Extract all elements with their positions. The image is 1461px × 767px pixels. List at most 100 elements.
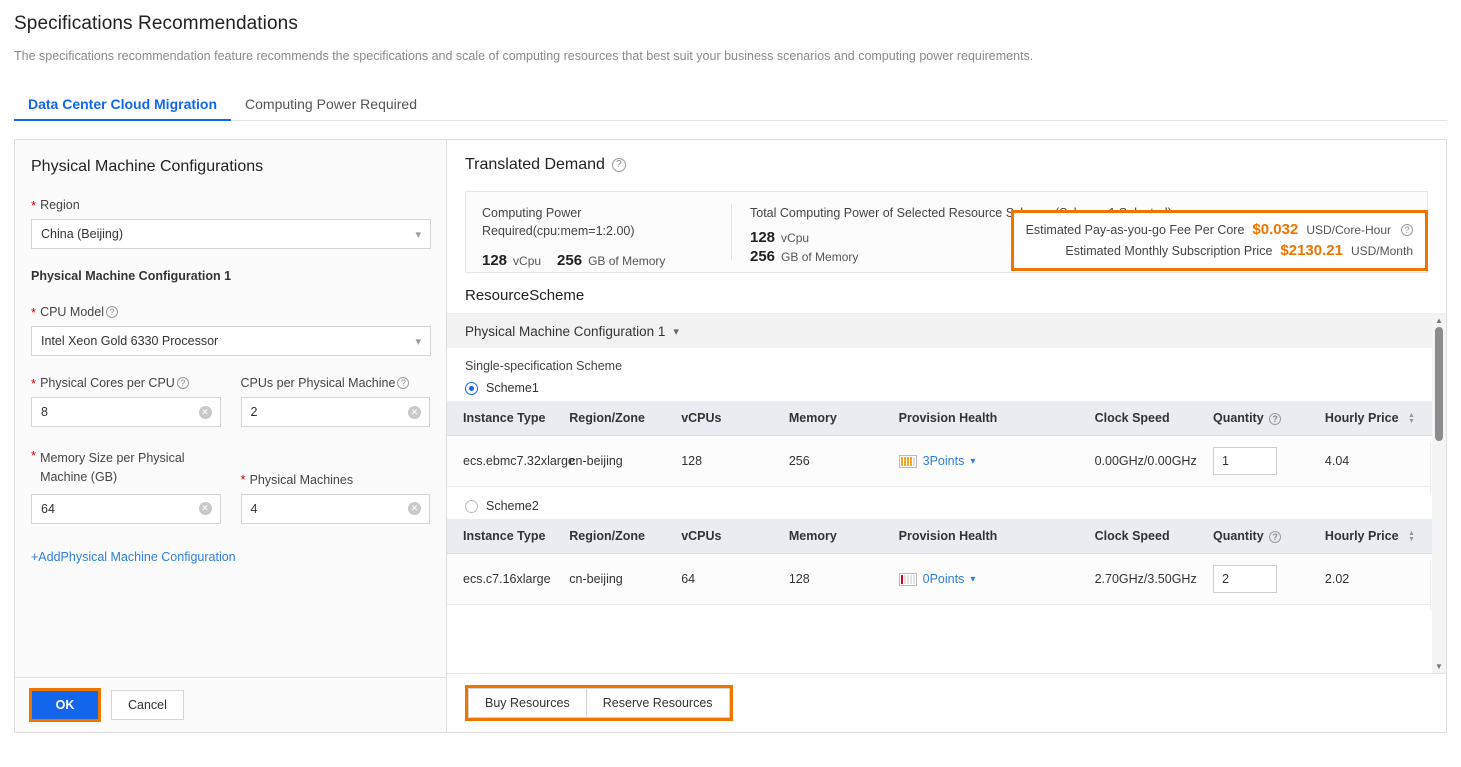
scroll-up-icon[interactable]: ▲ <box>1432 316 1446 325</box>
cores-per-cpu-input[interactable]: 8 ✕ <box>31 397 221 427</box>
help-icon[interactable]: ? <box>1269 413 1281 425</box>
table-row: ecs.c7.16xlarge cn-beijing 64 128 0Point… <box>447 554 1446 605</box>
help-icon[interactable]: ? <box>177 377 189 389</box>
ok-button-highlight: OK <box>31 690 99 720</box>
sort-icon[interactable]: ▲▼ <box>1408 413 1415 425</box>
help-icon[interactable]: ? <box>397 377 409 389</box>
scheme-2-radio[interactable] <box>465 500 478 513</box>
help-icon[interactable]: ? <box>1401 224 1413 236</box>
physical-machines-input[interactable]: 4 ✕ <box>241 494 431 524</box>
memory-per-machine-input[interactable]: 64 ✕ <box>31 494 221 524</box>
cancel-button[interactable]: Cancel <box>111 690 184 720</box>
col-provision-health: Provision Health <box>893 519 1089 554</box>
signal-bars-icon <box>899 455 917 468</box>
total-vcpu-value: 128 <box>750 229 775 246</box>
translated-demand-title: Translated Demand ? <box>465 156 1428 174</box>
required-asterisk: * <box>31 199 36 212</box>
required-vcpu-unit: vCpu <box>513 254 541 268</box>
chevron-down-icon: ▾ <box>415 228 421 241</box>
col-vcpus: vCPUs <box>675 519 783 554</box>
clear-icon[interactable]: ✕ <box>199 502 212 515</box>
provision-health-link[interactable]: 3Points ▾ <box>899 454 1083 468</box>
left-panel-title: Physical Machine Configurations <box>31 158 430 176</box>
reserve-resources-button[interactable]: Reserve Resources <box>586 688 730 718</box>
required-asterisk: * <box>31 449 36 462</box>
demand-summary-box: Computing Power Required(cpu:mem=1:2.00)… <box>465 191 1428 273</box>
scrollbar-thumb[interactable] <box>1435 327 1443 441</box>
cell-memory: 256 <box>783 436 893 487</box>
total-vcpu-unit: vCpu <box>781 231 809 245</box>
scheme-2-table-wrap: Instance Type Region/Zone vCPUs Memory P… <box>447 519 1446 605</box>
tab-computing-power-required[interactable]: Computing Power Required <box>231 97 431 120</box>
payg-unit: USD/Core-Hour <box>1306 223 1391 237</box>
cpus-per-machine-value: 2 <box>251 405 258 419</box>
col-hourly-price[interactable]: Hourly Price ▲▼ <box>1319 519 1446 554</box>
provision-health-text: 0Points <box>923 572 965 586</box>
required-asterisk: * <box>241 473 246 486</box>
col-region-zone: Region/Zone <box>563 401 675 436</box>
cpu-model-label-text: CPU Model <box>40 305 104 319</box>
col-hourly-price-label: Hourly Price <box>1325 529 1399 543</box>
col-quantity-label: Quantity <box>1213 411 1264 425</box>
col-vcpus: vCPUs <box>675 401 783 436</box>
config-heading: Physical Machine Configuration 1 <box>31 269 430 283</box>
cell-vcpus: 64 <box>675 554 783 605</box>
cpu-model-select[interactable]: Intel Xeon Gold 6330 Processor ▾ <box>31 326 431 356</box>
col-region-zone: Region/Zone <box>563 519 675 554</box>
monthly-label: Estimated Monthly Subscription Price <box>1065 244 1272 258</box>
help-icon[interactable]: ? <box>1269 531 1281 543</box>
chevron-down-icon: ▾ <box>970 456 975 467</box>
monthly-value: $2130.21 <box>1280 242 1343 259</box>
sort-icon[interactable]: ▲▼ <box>1408 531 1415 543</box>
physical-machines-label-text: Physical Machines <box>250 473 354 487</box>
cpus-per-machine-label-text: CPUs per Physical Machine <box>241 376 396 390</box>
ok-button[interactable]: OK <box>31 690 99 720</box>
chevron-down-icon: ▾ <box>415 335 421 348</box>
buy-reserve-highlight: Buy Resources Reserve Resources <box>465 685 733 721</box>
scheme-2-radio-row[interactable]: Scheme2 <box>447 487 1446 519</box>
config-selector[interactable]: Physical Machine Configuration 1 ▾ <box>447 314 1446 348</box>
scroll-down-icon[interactable]: ▼ <box>1432 662 1446 671</box>
scheme-1-table: Instance Type Region/Zone vCPUs Memory P… <box>447 401 1446 487</box>
quantity-input[interactable]: 2 <box>1213 565 1277 593</box>
memory-per-machine-value: 64 <box>41 502 55 516</box>
buy-resources-button[interactable]: Buy Resources <box>468 688 586 718</box>
add-physical-machine-configuration-link[interactable]: +AddPhysical Machine Configuration <box>31 550 236 564</box>
monthly-price-line: Estimated Monthly Subscription Price $21… <box>1026 240 1413 261</box>
cpus-per-machine-input[interactable]: 2 ✕ <box>241 397 431 427</box>
region-value: China (Beijing) <box>41 227 123 241</box>
scheme-2-label: Scheme2 <box>486 499 539 513</box>
cores-per-cpu-field: * Physical Cores per CPU ? 8 ✕ <box>31 376 221 427</box>
physical-machines-value: 4 <box>251 502 258 516</box>
signal-bars-icon <box>899 573 917 586</box>
cell-provision-health: 0Points ▾ <box>893 554 1089 605</box>
help-icon[interactable]: ? <box>612 158 626 172</box>
clear-icon[interactable]: ✕ <box>199 406 212 419</box>
total-memory-unit: GB of Memory <box>781 250 858 264</box>
col-quantity-label: Quantity <box>1213 529 1264 543</box>
col-hourly-price[interactable]: Hourly Price ▲▼ <box>1319 401 1446 436</box>
physical-machines-field: * Physical Machines 4 ✕ <box>241 473 431 524</box>
help-icon[interactable]: ? <box>106 306 118 318</box>
cores-per-cpu-label: * Physical Cores per CPU ? <box>31 376 221 390</box>
total-memory-value: 256 <box>750 248 775 265</box>
required-vcpu-value: 128 <box>482 252 507 269</box>
chevron-down-icon: ▾ <box>970 574 975 585</box>
tab-data-center-cloud-migration[interactable]: Data Center Cloud Migration <box>14 97 231 120</box>
left-form-scroll: Physical Machine Configurations * Region… <box>15 140 446 677</box>
provision-health-text: 3Points <box>923 454 965 468</box>
resource-scheme-scrollbar[interactable]: ▲ ▼ <box>1432 314 1446 673</box>
memory-per-machine-label-text: Memory Size per Physical Machine (GB) <box>40 449 220 487</box>
cpu-model-label: * CPU Model ? <box>31 305 430 319</box>
col-instance-type: Instance Type <box>447 401 563 436</box>
provision-health-link[interactable]: 0Points ▾ <box>899 572 1083 586</box>
scheme-1-radio-row[interactable]: Scheme1 <box>447 381 1446 401</box>
region-select[interactable]: China (Beijing) ▾ <box>31 219 431 249</box>
required-memory-unit: GB of Memory <box>588 254 665 268</box>
quantity-input[interactable]: 1 <box>1213 447 1277 475</box>
cell-clock-speed: 0.00GHz/0.00GHz <box>1089 436 1207 487</box>
col-memory: Memory <box>783 519 893 554</box>
clear-icon[interactable]: ✕ <box>408 406 421 419</box>
clear-icon[interactable]: ✕ <box>408 502 421 515</box>
scheme-1-radio[interactable] <box>465 382 478 395</box>
